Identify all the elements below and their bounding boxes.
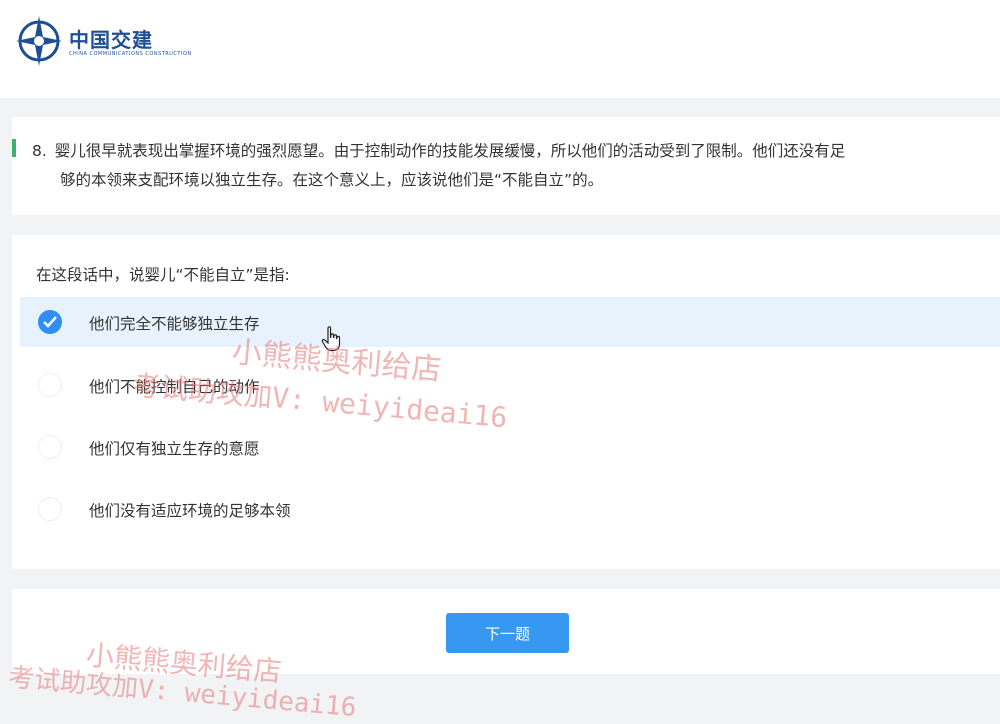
question-number: 8. xyxy=(32,142,47,160)
logo-text: 中国交建 xyxy=(69,28,153,52)
radio-unchecked-icon[interactable] xyxy=(38,497,62,521)
next-question-button[interactable]: 下一题 xyxy=(446,613,569,653)
radio-unchecked-icon[interactable] xyxy=(38,435,62,459)
option-label: 他们仅有独立生存的意愿 xyxy=(89,440,260,458)
question-card: 8. 婴儿很早就表现出掌握环境的强烈愿望。由于控制动作的技能发展缓慢，所以他们的活… xyxy=(12,117,1000,215)
question-prompt: 在这段话中，说婴儿“不能自立”是指: xyxy=(36,266,290,284)
option-a[interactable]: 他们完全不能够独立生存 xyxy=(20,297,1000,347)
header: 中国交建 CHINA COMMUNICATIONS CONSTRUCTION xyxy=(0,0,1000,98)
radio-unchecked-icon[interactable] xyxy=(38,373,62,397)
question-marker-bar xyxy=(12,139,16,157)
option-label: 他们没有适应环境的足够本领 xyxy=(89,502,291,520)
option-d[interactable]: 他们没有适应环境的足够本领 xyxy=(20,484,1000,534)
question-text-line2: 够的本领来支配环境以独立生存。在这个意义上，应该说他们是“不能自立”的。 xyxy=(60,171,604,189)
company-logo-icon xyxy=(16,16,62,66)
logo-subtext: CHINA COMMUNICATIONS CONSTRUCTION xyxy=(69,51,192,57)
option-c[interactable]: 他们仅有独立生存的意愿 xyxy=(20,422,1000,472)
question-text: 8. 婴儿很早就表现出掌握环境的强烈愿望。由于控制动作的技能发展缓慢，所以他们的活… xyxy=(32,137,982,195)
question-text-line1: 婴儿很早就表现出掌握环境的强烈愿望。由于控制动作的技能发展缓慢，所以他们的活动受… xyxy=(54,142,846,160)
radio-checked-icon[interactable] xyxy=(38,310,62,334)
